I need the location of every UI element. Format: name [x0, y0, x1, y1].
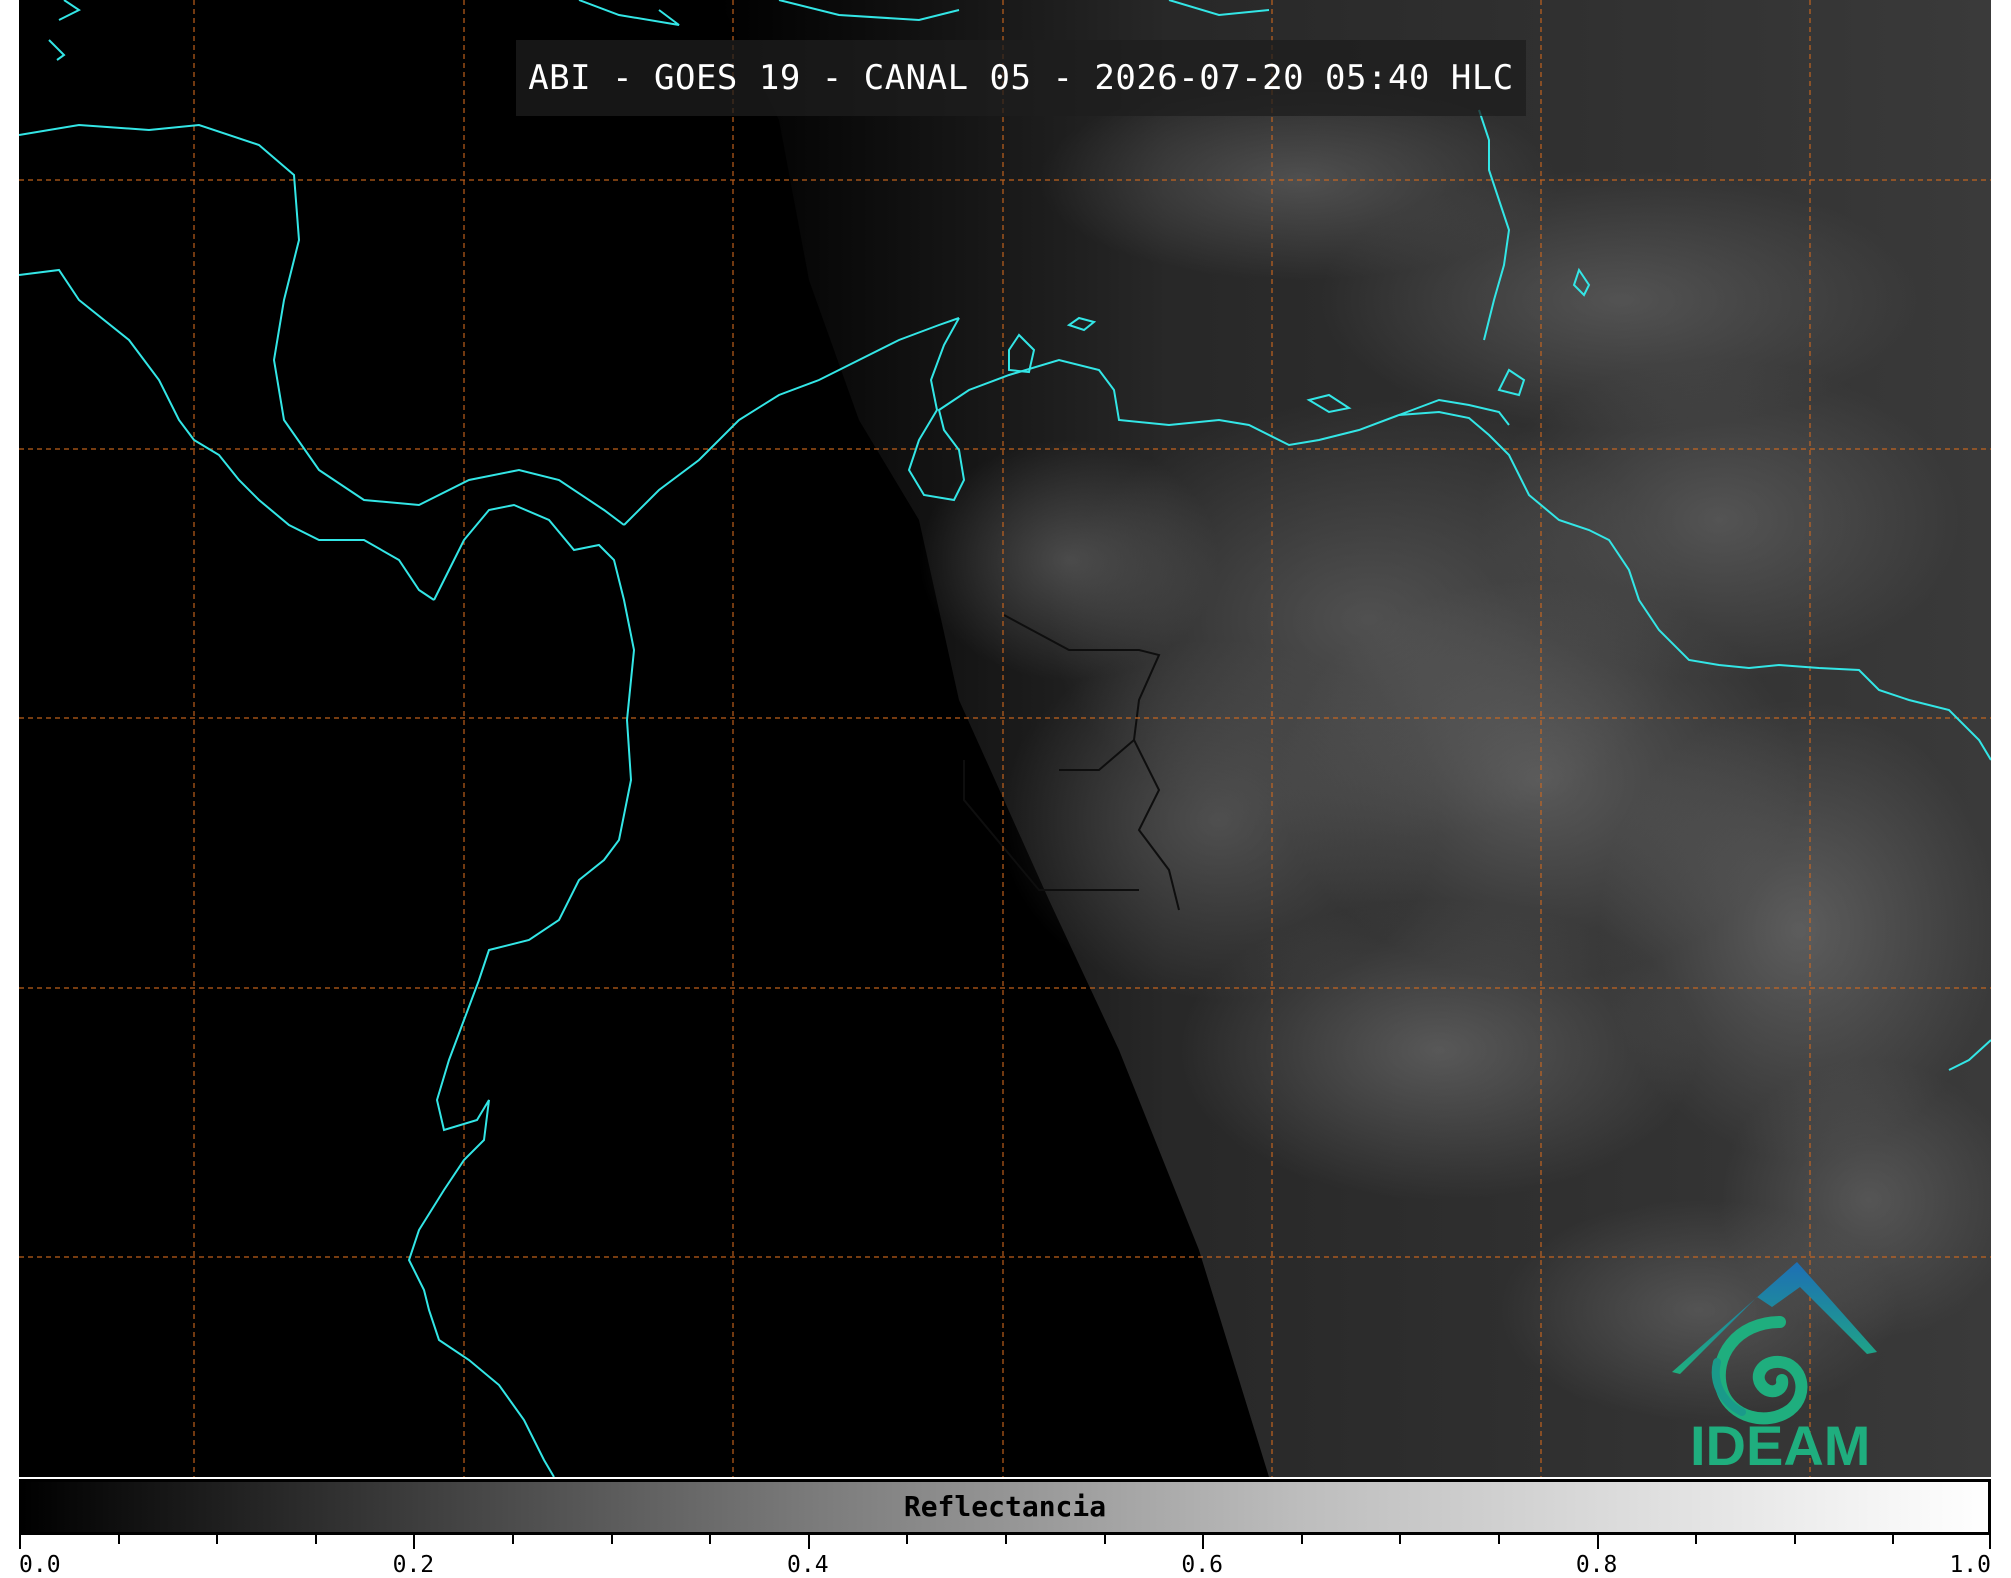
colorbar-major-tick: [19, 1535, 21, 1549]
colorbar-minor-tick: [1104, 1535, 1106, 1544]
colorbar-minor-tick: [315, 1535, 317, 1544]
colorbar-minor-tick: [1399, 1535, 1401, 1544]
colorbar-tick-label: 0.0: [19, 1552, 61, 1578]
colorbar-minor-tick: [611, 1535, 613, 1544]
colorbar-major-tick: [1989, 1535, 1991, 1549]
colorbar-minor-tick: [709, 1535, 711, 1544]
colorbar-minor-tick: [1794, 1535, 1796, 1544]
colorbar-minor-tick: [1301, 1535, 1303, 1544]
colorbar-minor-tick: [1892, 1535, 1894, 1544]
colorbar-major-tick: [413, 1535, 415, 1549]
colorbar-tick-label: 0.6: [1181, 1552, 1223, 1578]
colorbar-major-tick: [808, 1535, 810, 1549]
colorbar-major-tick: [1202, 1535, 1204, 1549]
colorbar-minor-tick: [512, 1535, 514, 1544]
colorbar-minor-tick: [1695, 1535, 1697, 1544]
colorbar-tick-label: 0.2: [392, 1552, 435, 1578]
colorbar-minor-tick: [1005, 1535, 1007, 1544]
ideam-logo-text: IDEAM: [1690, 1414, 1871, 1477]
colorbar-minor-tick: [906, 1535, 908, 1544]
image-title: ABI - GOES 19 - CANAL 05 - 2026-07-20 05…: [516, 40, 1526, 116]
colorbar-tick-label: 0.4: [787, 1552, 829, 1578]
colorbar-minor-tick: [216, 1535, 218, 1544]
colorbar-label: Reflectancia: [903, 1490, 1107, 1523]
colorbar-major-tick: [1597, 1535, 1599, 1549]
colorbar-minor-tick: [1498, 1535, 1500, 1544]
colorbar-ticks: 0.0 0.2 0.4 0.6 0.8 1.0: [19, 1535, 1991, 1578]
colorbar-tick-label: 1.0: [1949, 1552, 1991, 1578]
colorbar: Reflectancia: [19, 1479, 1991, 1535]
colorbar-minor-tick: [118, 1535, 120, 1544]
colorbar-tick-label: 0.8: [1575, 1552, 1618, 1578]
